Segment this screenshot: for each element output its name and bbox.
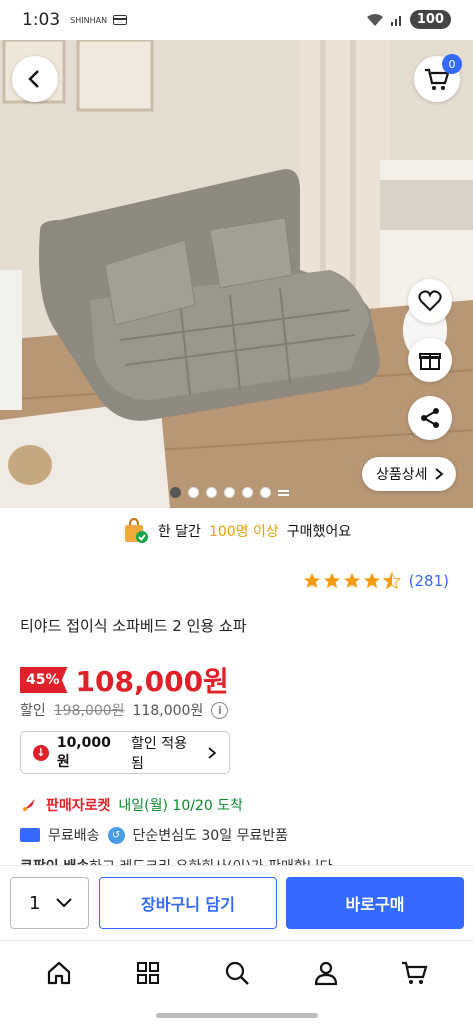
coupon-discount-button[interactable]: ↓ 10,000원 할인 적용됨 (20, 731, 230, 774)
star-icon (363, 572, 380, 589)
coupon-amount: 10,000원 (56, 734, 111, 770)
rating[interactable]: (281) (303, 572, 449, 590)
page-dot[interactable] (188, 487, 199, 498)
star-icon (343, 572, 360, 589)
gift-icon (419, 353, 441, 370)
share-icon (421, 408, 439, 428)
original-price: 198,000원 (53, 703, 125, 719)
cart-icon (401, 961, 427, 984)
shipping-row: 무료배송 ↺ 단순변심도 30일 무료반품 (20, 825, 288, 845)
sale-price: 108,000원 (75, 665, 229, 698)
home-icon (47, 961, 70, 984)
rocket-delivery-row: 판매자로켓 내일(월) 10/20 도착 (20, 795, 243, 815)
carrier-label: SHINHAN (70, 15, 108, 25)
heart-icon (418, 290, 442, 312)
back-button[interactable] (12, 56, 58, 102)
rocket-icon (23, 799, 35, 811)
page-dot[interactable] (170, 487, 181, 498)
nav-categories[interactable] (123, 948, 173, 998)
cart-count-badge: 0 (442, 54, 462, 74)
add-to-cart-button[interactable]: 장바구니 담기 (99, 877, 277, 929)
discount-label: 할인 (20, 703, 46, 719)
discount-badge: 45% (20, 667, 68, 693)
quantity-value: 1 (29, 892, 41, 914)
product-detail-label: 상품상세 (376, 467, 428, 483)
home-indicator[interactable] (156, 1013, 318, 1018)
down-arrow-icon: ↓ (33, 744, 49, 761)
nav-cart[interactable] (390, 948, 440, 998)
quantity-select[interactable]: 1 (10, 877, 89, 929)
page-dot[interactable] (224, 487, 235, 498)
back-arrow-icon (28, 70, 39, 88)
chevron-right-icon (434, 468, 443, 480)
wifi-icon (366, 13, 383, 26)
top-cart-button[interactable]: 0 (414, 54, 462, 102)
buyers-suffix: 구매했어요 (286, 524, 352, 540)
product-detail-button[interactable]: 상품상세 (362, 457, 456, 491)
coupon-text: 할인 적용됨 (131, 735, 187, 772)
coupon-base-price: 118,000원 (132, 703, 204, 719)
return-policy: 단순변심도 30일 무료반품 (132, 828, 289, 844)
signal-icon (390, 15, 401, 26)
page-dot[interactable] (242, 487, 253, 498)
original-price-row: 할인 198,000원 118,000원 i (20, 700, 229, 720)
bottom-navigation (0, 940, 473, 1004)
nav-search[interactable] (212, 948, 262, 998)
user-icon (314, 961, 337, 985)
product-image[interactable] (0, 40, 473, 508)
rocket-label: 판매자로켓 (46, 798, 111, 814)
sofa-photo (0, 40, 473, 508)
star-icon (303, 572, 320, 589)
grid-icon (136, 961, 159, 984)
page-dot[interactable] (206, 487, 217, 498)
more-pages-icon (278, 487, 289, 498)
wishlist-button[interactable] (408, 279, 452, 323)
review-count[interactable]: (281) (409, 572, 449, 590)
buyers-highlight: 100명 이상 (208, 524, 279, 540)
star-icon (323, 572, 340, 589)
info-icon[interactable]: i (211, 701, 229, 719)
buyers-prefix: 한 달간 (157, 524, 201, 540)
half-star-icon (382, 572, 401, 590)
gift-button[interactable] (408, 338, 452, 382)
page-dot[interactable] (260, 487, 271, 498)
purchase-count-banner: 한 달간 100명 이상 구매했어요 (0, 515, 473, 547)
arrival-date: 내일(월) 10/20 도착 (118, 798, 243, 814)
truck-icon (20, 828, 40, 842)
purchase-bar: 1 장바구니 담기 바로구매 (0, 865, 473, 939)
chevron-right-icon (208, 746, 217, 759)
return-icon: ↺ (107, 826, 125, 844)
share-button[interactable] (408, 396, 452, 440)
product-title: 티야드 접이식 소파베드 2 인용 쇼파 (20, 617, 247, 635)
status-time: 1:03 (22, 10, 61, 30)
search-icon (225, 961, 249, 985)
status-bar: 1:03 SHINHAN 100 (0, 0, 473, 40)
card-icon (113, 15, 128, 25)
chevron-down-icon (56, 898, 72, 908)
nav-home[interactable] (34, 948, 84, 998)
buy-now-button[interactable]: 바로구매 (286, 877, 464, 929)
image-pagination[interactable] (170, 487, 289, 498)
nav-my-account[interactable] (301, 948, 351, 998)
free-shipping: 무료배송 (48, 828, 100, 844)
shopping-bag-icon (124, 517, 148, 543)
price-row: 45% 108,000원 (20, 660, 229, 700)
battery-indicator: 100 (409, 10, 451, 29)
